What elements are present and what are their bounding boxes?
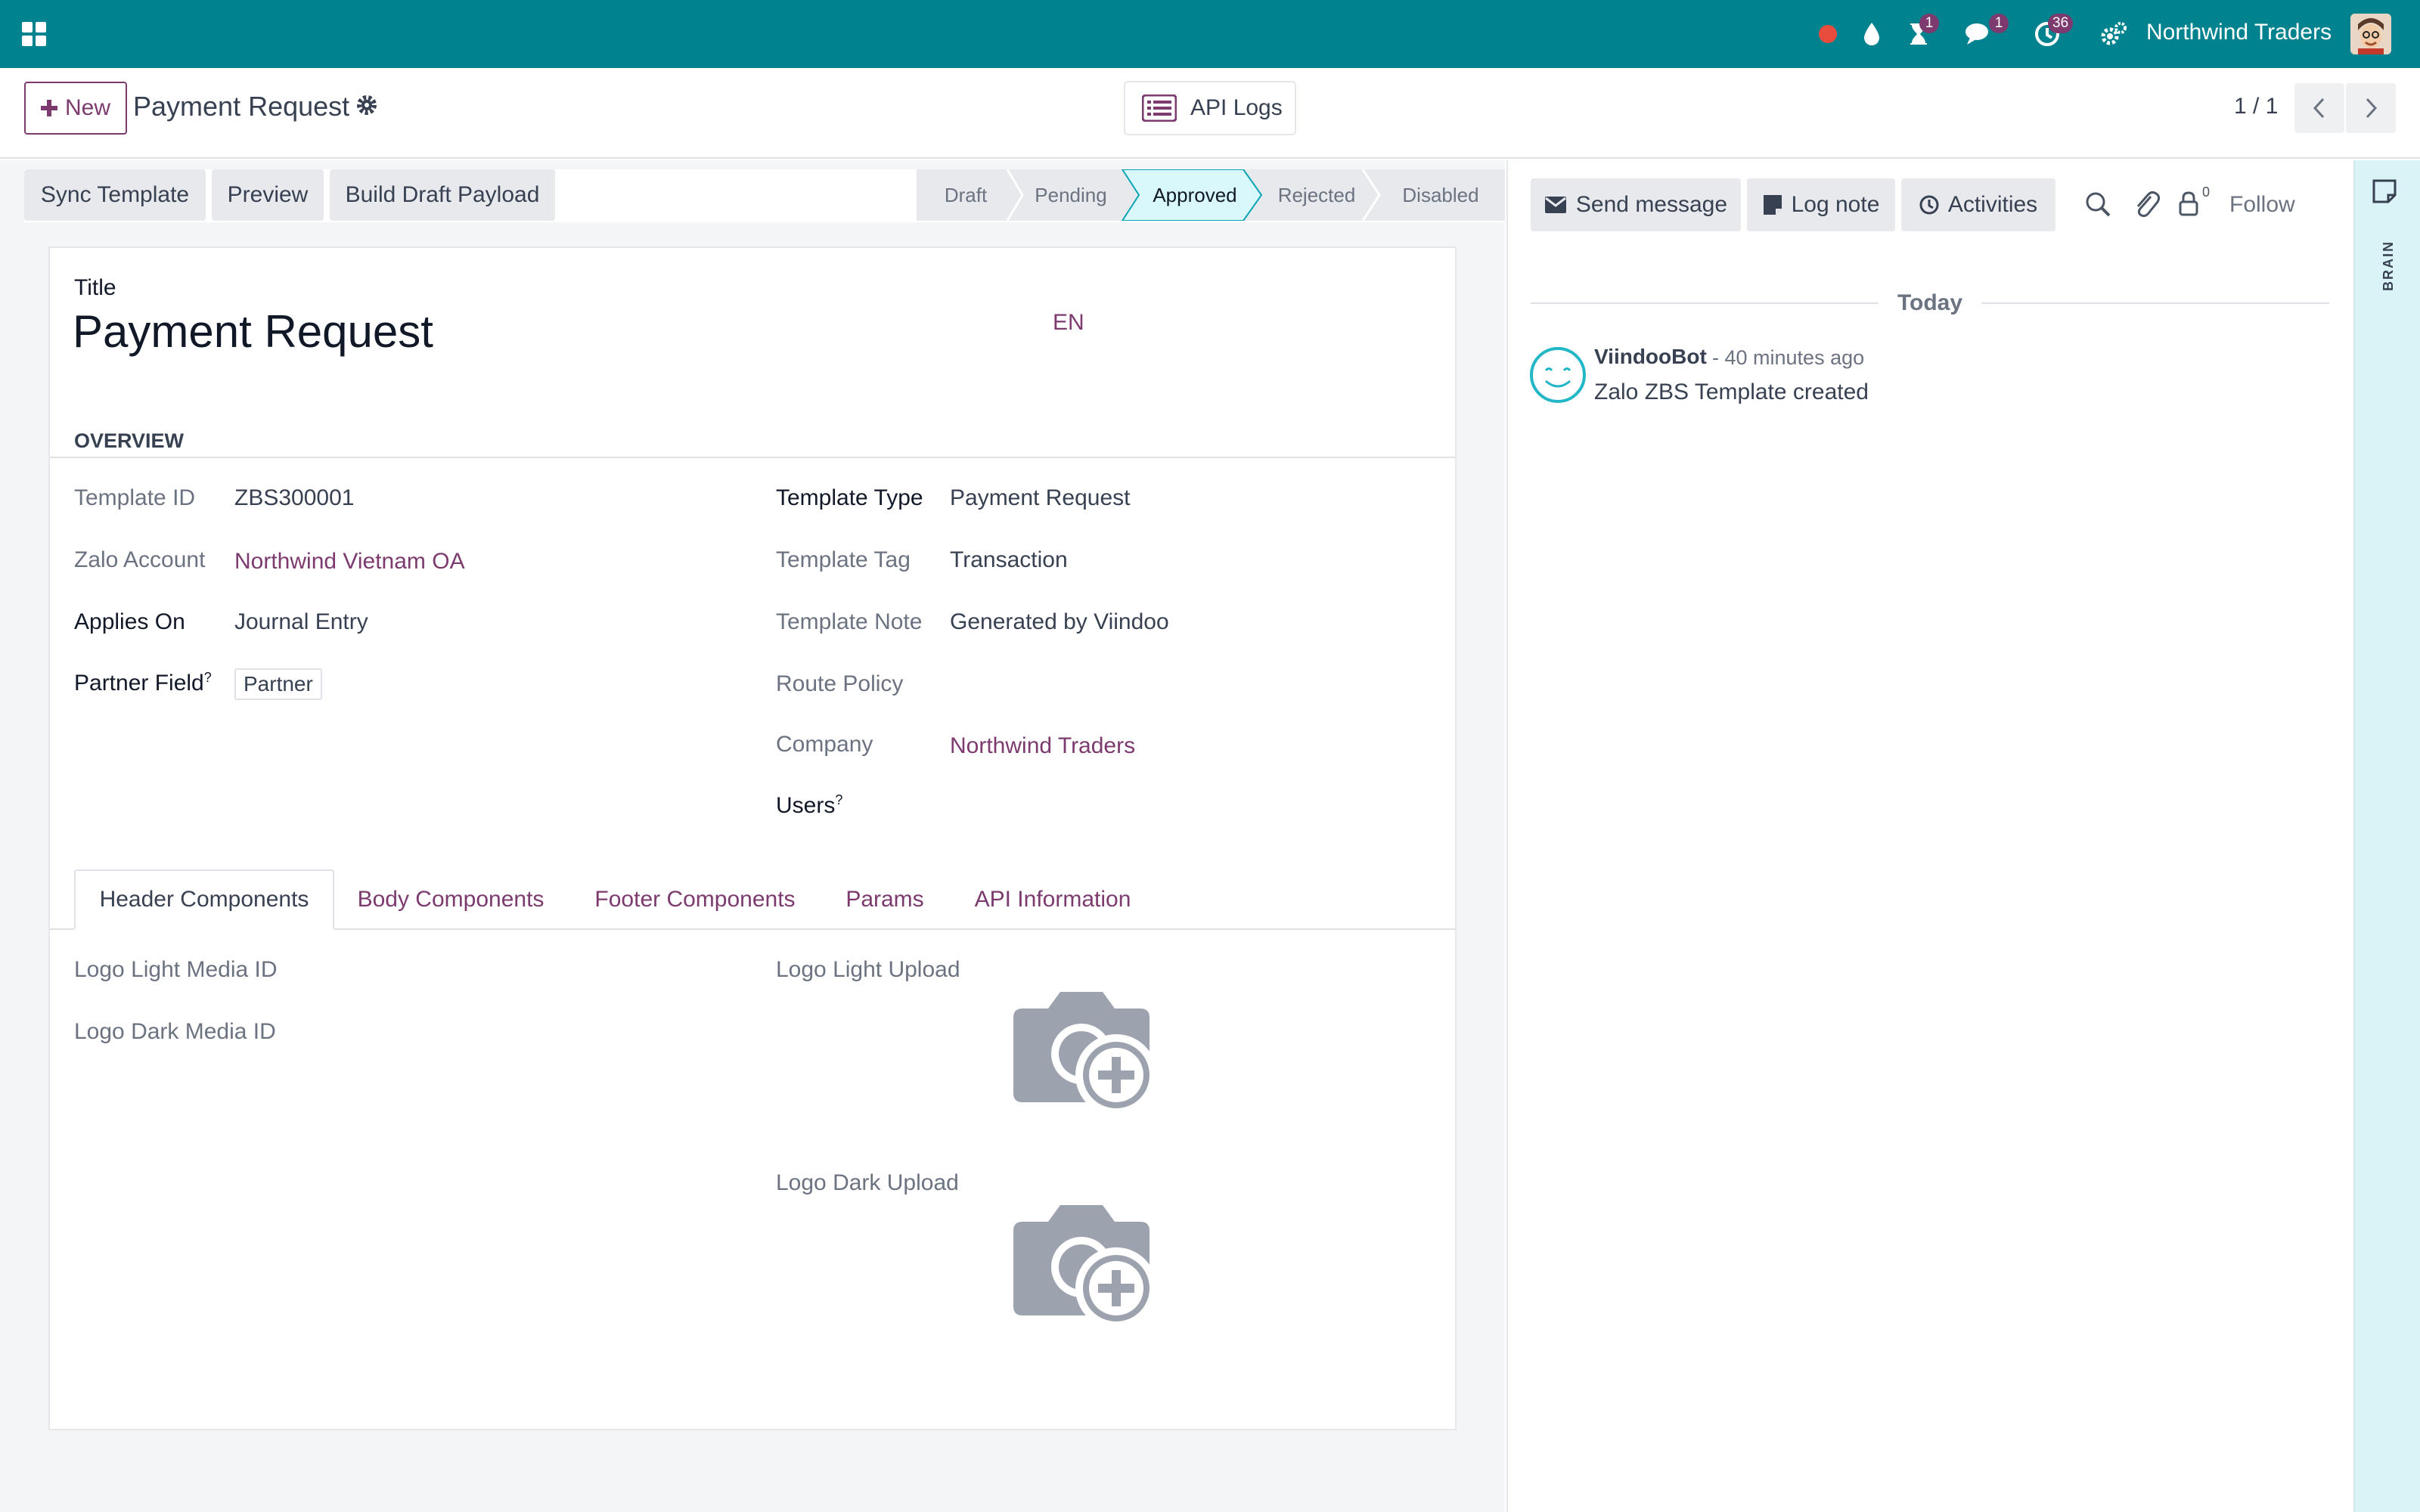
date-separator-line-right xyxy=(1981,302,2329,304)
logo-dark-media-id-label: Logo Dark Media ID xyxy=(74,1019,276,1044)
template-type-label: Template Type xyxy=(776,485,923,510)
settings-cogs-icon[interactable] xyxy=(2095,15,2133,53)
company-link[interactable]: Northwind Traders xyxy=(950,733,1135,759)
tab-body-components[interactable]: Body Components xyxy=(337,869,564,930)
zalo-account-link[interactable]: Northwind Vietnam OA xyxy=(234,549,465,575)
date-separator-label: Today xyxy=(1897,290,1963,315)
template-note-label: Template Note xyxy=(776,609,923,634)
stage-disabled[interactable]: Disabled xyxy=(1384,169,1497,221)
pager-value[interactable]: 1 / 1 xyxy=(2234,94,2278,119)
app-menu-icon[interactable] xyxy=(15,15,53,53)
api-logs-label: API Logs xyxy=(1190,95,1283,120)
pager-next-button[interactable] xyxy=(2346,83,2396,133)
envelope-icon xyxy=(1544,197,1566,213)
brain-label: BRAIN xyxy=(2380,240,2396,291)
route-policy-field[interactable] xyxy=(950,671,1404,702)
stage-rejected[interactable]: Rejected xyxy=(1260,169,1373,221)
follow-button[interactable]: Follow xyxy=(2229,192,2295,218)
tab-api-information[interactable]: API Information xyxy=(954,869,1151,930)
partner-field-help-icon[interactable]: ? xyxy=(204,670,212,685)
activity-badge: 1 xyxy=(1919,14,1939,33)
drop-icon[interactable] xyxy=(1853,15,1891,53)
title-field[interactable]: Payment Request xyxy=(73,305,433,358)
partner-field-label-text: Partner Field xyxy=(74,671,204,696)
user-avatar[interactable] xyxy=(2350,14,2391,54)
partner-field-label: Partner Field? xyxy=(74,670,212,696)
message-author[interactable]: ViindooBot xyxy=(1594,345,1707,369)
activities-label: Activities xyxy=(1947,192,2038,217)
brain-label-wrap: BRAIN xyxy=(2379,224,2397,307)
followers-count: 0 xyxy=(2202,184,2211,200)
message-time: - 40 minutes ago xyxy=(1712,346,1865,369)
plus-icon xyxy=(40,100,57,116)
applies-on-value[interactable]: Journal Entry xyxy=(234,609,368,635)
note-icon xyxy=(1763,195,1782,215)
template-tag-value[interactable]: Transaction xyxy=(950,547,1068,573)
company-label: Company xyxy=(776,732,873,757)
brain-side-panel[interactable]: BRAIN xyxy=(2353,160,2420,1512)
record-dot-icon[interactable] xyxy=(1809,15,1847,53)
stage-draft[interactable]: Draft xyxy=(917,169,1015,221)
pager-previous-button[interactable] xyxy=(2294,83,2344,133)
clock-icon xyxy=(1919,195,1939,215)
log-note-button[interactable]: Log note xyxy=(1747,178,1895,231)
followers-lock-icon[interactable] xyxy=(2178,191,2199,220)
top-navbar: 1 1 36 Northwind Traders xyxy=(0,0,2420,68)
activities-button[interactable]: Activities xyxy=(1901,178,2055,231)
list-icon xyxy=(1142,94,1177,122)
template-type-value[interactable]: Payment Request xyxy=(950,485,1130,511)
logo-light-upload-camera-plus-icon[interactable] xyxy=(1006,987,1162,1127)
logo-light-upload-label: Logo Light Upload xyxy=(776,957,960,982)
sync-template-button[interactable]: Sync Template xyxy=(24,169,206,221)
company-switcher[interactable]: Northwind Traders xyxy=(2146,20,2332,45)
log-note-label: Log note xyxy=(1791,192,1880,217)
users-field[interactable] xyxy=(950,792,1404,823)
search-messages-icon[interactable] xyxy=(2084,191,2111,222)
logo-light-media-id-label: Logo Light Media ID xyxy=(74,957,278,982)
template-id-label: Template ID xyxy=(74,485,196,510)
sticky-note-icon[interactable] xyxy=(2372,178,2397,208)
chevron-right-icon xyxy=(2366,98,2378,119)
new-button[interactable]: New xyxy=(24,82,127,135)
template-tag-label: Template Tag xyxy=(776,547,911,572)
api-logs-button[interactable]: API Logs xyxy=(1124,81,1296,135)
record-actions-gear-icon[interactable] xyxy=(355,94,381,119)
send-message-label: Send message xyxy=(1575,192,1728,217)
form-sheet xyxy=(48,246,1457,1430)
applies-on-label: Applies On xyxy=(74,609,185,634)
stage-pending[interactable]: Pending xyxy=(1018,169,1124,221)
tab-footer-components[interactable]: Footer Components xyxy=(575,869,815,930)
users-label-text: Users xyxy=(776,793,836,818)
overview-section-title: OVERVIEW xyxy=(74,429,185,452)
users-label: Users? xyxy=(776,792,842,819)
stage-approved[interactable]: Approved xyxy=(1134,169,1255,221)
logo-dark-upload-camera-plus-icon[interactable] xyxy=(1006,1201,1162,1340)
template-note-value[interactable]: Generated by Viindoo xyxy=(950,609,1169,635)
clock-badge: 36 xyxy=(2048,14,2074,33)
tab-params[interactable]: Params xyxy=(824,869,945,930)
date-separator-line-left xyxy=(1531,302,1879,304)
send-message-button[interactable]: Send message xyxy=(1531,178,1741,231)
chevron-left-icon xyxy=(2313,98,2325,119)
section-divider xyxy=(50,457,1455,458)
breadcrumb-title: Payment Request xyxy=(133,91,350,122)
viindoobot-avatar-smiley-icon xyxy=(1529,346,1587,407)
new-button-label: New xyxy=(64,95,110,120)
messages-badge: 1 xyxy=(1989,14,2009,33)
language-button[interactable]: EN xyxy=(1053,310,1084,336)
template-id-value[interactable]: ZBS300001 xyxy=(234,485,354,511)
tab-header-components[interactable]: Header Components xyxy=(74,869,334,930)
control-panel-divider xyxy=(0,157,2420,159)
title-label: Title xyxy=(74,275,116,300)
build-draft-payload-button[interactable]: Build Draft Payload xyxy=(330,169,555,221)
users-help-icon[interactable]: ? xyxy=(835,792,842,807)
zalo-account-label: Zalo Account xyxy=(74,547,206,572)
preview-button[interactable]: Preview xyxy=(212,169,324,221)
route-policy-label: Route Policy xyxy=(776,671,904,696)
attachment-paperclip-icon[interactable] xyxy=(2133,189,2161,223)
partner-field-tag[interactable]: Partner xyxy=(234,668,322,700)
message-body: Zalo ZBS Template created xyxy=(1594,380,1869,404)
logo-dark-upload-label: Logo Dark Upload xyxy=(776,1170,959,1195)
